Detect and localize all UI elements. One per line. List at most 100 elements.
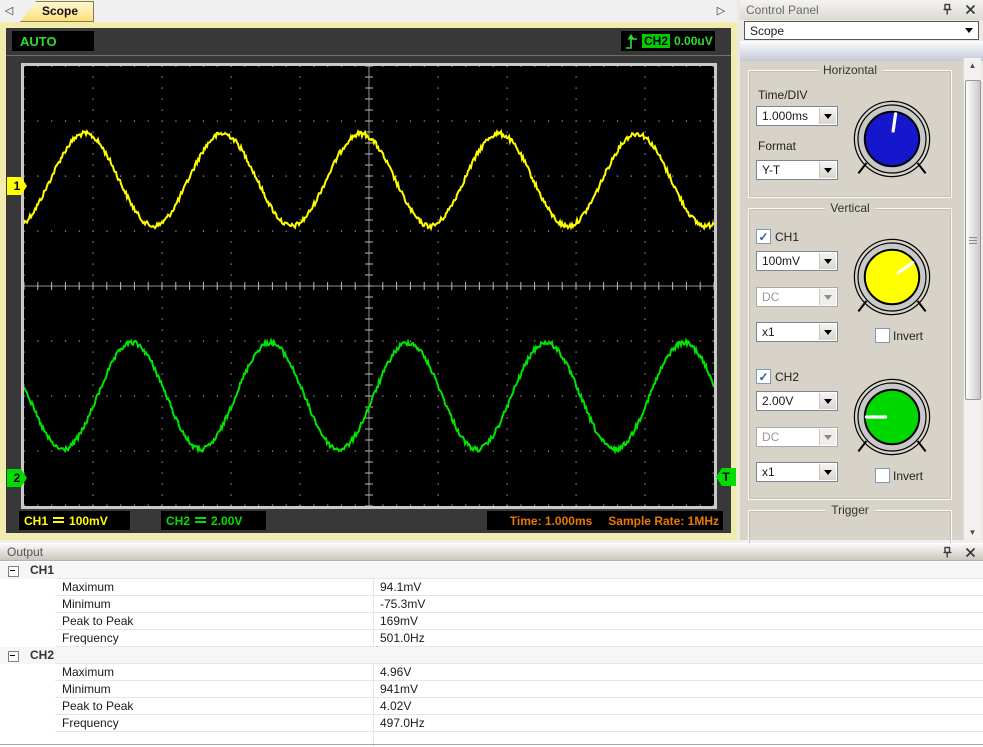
measurement-value: 4.96V	[380, 665, 411, 679]
ch2-marker-label: 2	[14, 471, 21, 485]
ch2-probe-dropdown[interactable]: x1	[756, 462, 838, 482]
output-group-name: CH2	[30, 648, 54, 662]
close-icon[interactable]	[964, 546, 977, 559]
scroll-down-icon[interactable]: ▼	[964, 525, 981, 540]
output-group-row: CH1	[0, 562, 983, 579]
output-measurements-table: CH1 Maximum 94.1mV Minimum-75.3mVPeak to Pe…	[0, 562, 983, 742]
ch1-scale-badge: CH1 100mV	[19, 511, 130, 530]
ch1-coupling-icon	[53, 517, 64, 526]
scroll-up-icon[interactable]: ▲	[964, 58, 981, 73]
ch2-enable-checkbox[interactable]: ✓	[756, 369, 771, 384]
ch2-coupling-dropdown: DC	[756, 427, 838, 447]
tab-bar: ◁ Scope ▷	[0, 0, 737, 23]
output-panel-header: Output	[0, 543, 983, 561]
output-measurement-row: Minimum-75.3mV	[0, 596, 983, 613]
output-measurement-row: Minimum 941mV	[0, 681, 983, 698]
output-measurement-row: Peak to Peak 169mV	[0, 613, 983, 630]
format-label: Format	[758, 139, 796, 153]
output-measurement-row: Frequency501.0Hz	[0, 630, 983, 647]
tab-scope-label: Scope	[42, 4, 94, 18]
horizontal-group-title: Horizontal	[818, 63, 882, 77]
horizontal-position-knob[interactable]	[852, 99, 932, 179]
ch1-marker-label: 1	[14, 179, 21, 193]
control-panel-title: Control Panel	[746, 3, 819, 17]
ch1-enable-checkbox[interactable]: ✓	[756, 229, 771, 244]
ch1-position-knob[interactable]	[852, 237, 932, 317]
panel-selector-dropdown[interactable]: Scope	[744, 21, 979, 40]
ch2-coupling-icon	[195, 517, 206, 526]
control-panel-scrollbar[interactable]: ▲ ▼	[963, 58, 981, 540]
collapse-icon[interactable]	[8, 651, 19, 662]
tab-scroll-left-icon[interactable]: ◁	[2, 3, 16, 19]
acquisition-mode-label: AUTO	[20, 34, 57, 49]
ch1-status-scale: 100mV	[69, 514, 108, 528]
scrollbar-thumb[interactable]	[965, 80, 981, 400]
pin-icon[interactable]	[941, 546, 954, 559]
output-measurement-row: Maximum 94.1mV	[0, 579, 983, 596]
ch2-invert-checkbox[interactable]	[875, 468, 890, 483]
rising-edge-icon	[625, 33, 638, 50]
waveform-canvas	[24, 66, 714, 506]
control-panel-band	[740, 41, 983, 61]
measurement-label: Peak to Peak	[62, 614, 133, 628]
measurement-value: 501.0Hz	[380, 631, 425, 645]
trigger-group-title: Trigger	[826, 503, 874, 517]
ch2-invert-label: Invert	[893, 469, 923, 483]
pin-icon[interactable]	[941, 3, 954, 16]
close-icon[interactable]	[964, 3, 977, 16]
ch1-scale-dropdown[interactable]: 100mV	[756, 251, 838, 271]
chevron-down-icon	[819, 464, 836, 480]
collapse-icon[interactable]	[8, 566, 19, 577]
vertical-group-title: Vertical	[825, 201, 874, 215]
ch1-checkmark: ✓	[758, 232, 768, 242]
time-div-dropdown[interactable]: 1.000ms	[756, 106, 838, 126]
ch2-status-label: CH2	[166, 514, 190, 528]
output-group-name: CH1	[30, 563, 54, 577]
output-group-row: CH2	[0, 647, 983, 664]
measurement-value: 497.0Hz	[380, 716, 425, 730]
ch1-invert-checkbox[interactable]	[875, 328, 890, 343]
measurement-value: 94.1mV	[380, 580, 421, 594]
ch2-scale-dropdown[interactable]: 2.00V	[756, 391, 838, 411]
scope-status-bar: CH1 100mV CH2 2.00V Time: 1.000ms Sample…	[6, 509, 731, 533]
chevron-down-icon	[819, 162, 836, 178]
measurement-value: 169mV	[380, 614, 418, 628]
output-measurement-row: Frequency497.0Hz	[0, 715, 983, 732]
ch2-coupling-value: DC	[762, 430, 779, 444]
measurement-label: Maximum	[62, 665, 114, 679]
measurement-label: Maximum	[62, 580, 114, 594]
ch1-checkbox-label: CH1	[775, 230, 799, 244]
measurement-label: Minimum	[62, 682, 111, 696]
ch2-status-scale: 2.00V	[211, 514, 242, 528]
tab-scroll-right-icon[interactable]: ▷	[714, 3, 728, 19]
ch2-position-knob[interactable]	[852, 377, 932, 457]
chevron-down-icon	[819, 324, 836, 340]
oscilloscope-app-window: ◁ Scope ▷ AUTO CH2 0.00uV	[0, 0, 983, 747]
control-panel-header: Control Panel	[740, 0, 983, 20]
ch2-probe-value: x1	[762, 465, 775, 479]
trigger-readout-badge: CH2 0.00uV	[621, 31, 715, 51]
time-div-label: Time/DIV	[758, 88, 808, 102]
ch1-probe-dropdown[interactable]: x1	[756, 322, 838, 342]
ch1-invert-label: Invert	[893, 329, 923, 343]
ch2-checkbox-label: CH2	[775, 370, 799, 384]
ch2-scale-badge: CH2 2.00V	[161, 511, 266, 530]
tab-scope[interactable]: Scope	[20, 1, 94, 22]
chevron-down-icon	[819, 289, 836, 305]
output-measurement-row: Maximum 4.96V	[0, 664, 983, 681]
format-dropdown[interactable]: Y-T	[756, 160, 838, 180]
ch1-scale-value: 100mV	[762, 254, 800, 268]
scope-frame: AUTO CH2 0.00uV 1 2 T	[0, 22, 737, 540]
bottom-divider	[0, 744, 983, 745]
measurement-value: 941mV	[380, 682, 418, 696]
timebase-status-badge: Time: 1.000ms Sample Rate: 1MHz	[487, 511, 723, 530]
trigger-marker-label: T	[722, 470, 729, 484]
trigger-level-marker[interactable]: T	[716, 468, 736, 486]
measurement-value: 4.02V	[380, 699, 411, 713]
time-div-value: 1.000ms	[762, 109, 808, 123]
chevron-down-icon	[965, 28, 973, 33]
chevron-down-icon	[819, 108, 836, 124]
waveform-plot	[21, 63, 717, 509]
trigger-source-chip: CH2	[642, 34, 670, 48]
ch1-status-label: CH1	[24, 514, 48, 528]
